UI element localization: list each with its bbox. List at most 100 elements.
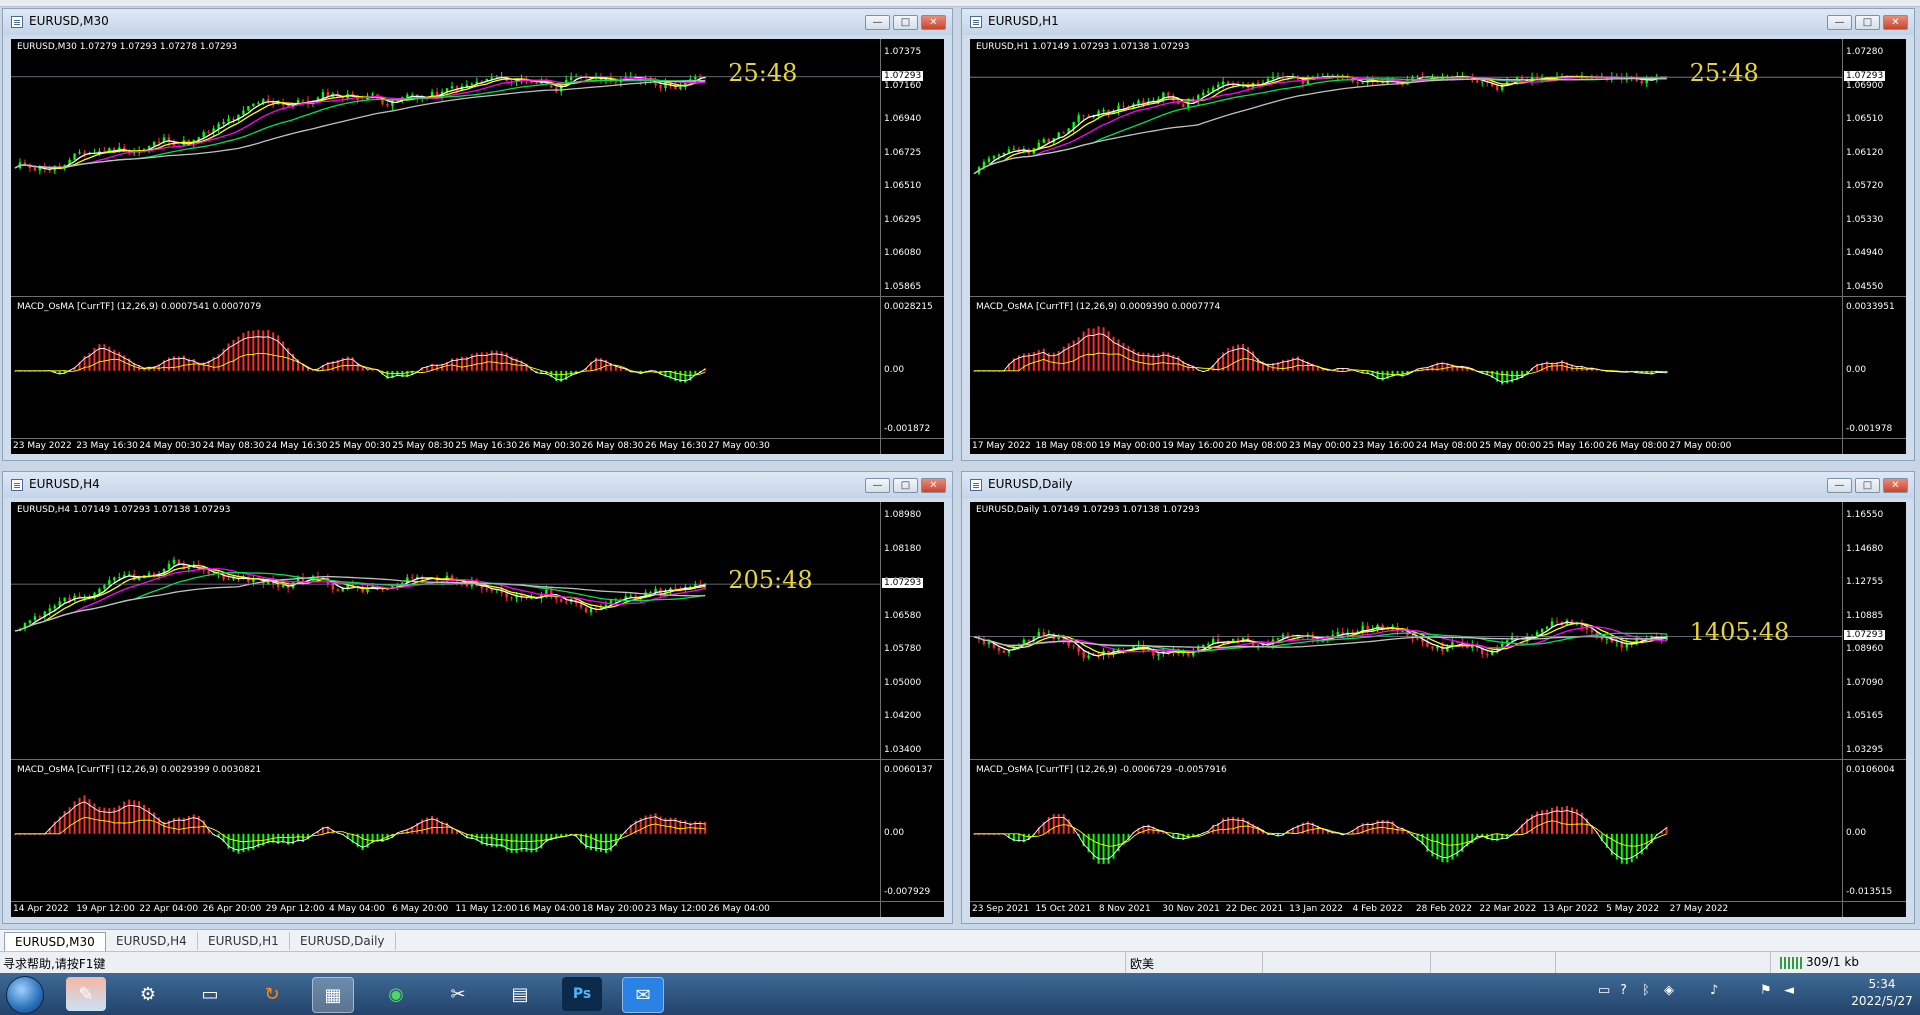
price-axis-label: 1.05865 <box>884 282 922 292</box>
price-axis-label: 1.08960 <box>1846 644 1884 655</box>
chart-window-icon <box>970 16 982 28</box>
chart-window-m30[interactable]: EURUSD,M30 — □ ✕ EURUSD,M30 1.07279 1.07… <box>2 8 953 461</box>
notepad-icon[interactable]: ▤ <box>500 977 540 1011</box>
paint-app-icon[interactable]: ✎ <box>66 977 106 1011</box>
chart-window-daily[interactable]: EURUSD,Daily — □ ✕ EURUSD,Daily 1.07149 … <box>961 471 1915 924</box>
minimize-button[interactable]: — <box>865 15 890 30</box>
window-titlebar[interactable]: EURUSD,H1 — □ ✕ <box>962 9 1914 35</box>
macd-panel[interactable] <box>11 761 944 902</box>
chart-window-icon <box>11 16 23 28</box>
price-axis-label: 1.06510 <box>1846 114 1884 125</box>
volume-tray-icon[interactable]: ◄ <box>1784 983 1794 998</box>
macd-axis-label: 0.00 <box>1846 364 1867 375</box>
price-axis-label: 1.05000 <box>884 677 922 688</box>
time-axis-label: 23 May 16:30 <box>76 441 138 451</box>
price-axis-label: 1.07280 <box>1846 47 1884 57</box>
macd-axis-label: -0.007929 <box>884 887 931 897</box>
metatrader-icon[interactable]: ▦ <box>312 977 354 1013</box>
macd-axis-label: -0.013515 <box>1846 887 1893 897</box>
time-axis-label: 26 May 16:30 <box>645 441 707 451</box>
clock[interactable]: 5:34 2022/5/27 <box>1850 976 1914 1010</box>
close-button[interactable]: ✕ <box>921 15 946 30</box>
time-axis-label: 19 May 16:00 <box>1162 441 1224 451</box>
window-titlebar[interactable]: EURUSD,M30 — □ ✕ <box>3 9 952 35</box>
price-axis-label: 1.06510 <box>884 181 922 192</box>
window-titlebar[interactable]: EURUSD,H4 — □ ✕ <box>3 472 952 498</box>
time-axis-label: 24 May 08:30 <box>202 441 265 451</box>
refresh-app-icon[interactable]: ↻ <box>252 977 292 1011</box>
flag-tray-icon[interactable]: ⚑ <box>1760 983 1772 998</box>
chart-area[interactable]: EURUSD,Daily 1.07149 1.07293 1.07138 1.0… <box>970 502 1906 917</box>
chart-area[interactable]: EURUSD,M30 1.07279 1.07293 1.07278 1.072… <box>11 39 944 454</box>
price-axis-label: 1.05780 <box>884 644 922 655</box>
tab-eurusd-daily[interactable]: EURUSD,Daily <box>290 932 396 950</box>
desktop-icon[interactable]: ▭ <box>190 977 230 1011</box>
time-axis-label: 26 May 08:00 <box>1606 441 1668 451</box>
shield-tray-icon[interactable]: ◈ <box>1664 983 1674 998</box>
chart-area[interactable]: EURUSD,H1 1.07149 1.07293 1.07138 1.0729… <box>970 39 1906 454</box>
maximize-button[interactable]: □ <box>1855 15 1880 30</box>
close-button[interactable]: ✕ <box>1883 478 1908 493</box>
bar-countdown: 25:48 <box>1689 59 1759 88</box>
macd-info: MACD_OsMA [CurrTF] (12,26,9) 0.0007541 0… <box>17 302 262 312</box>
minimize-button[interactable]: — <box>1827 478 1852 493</box>
window-titlebar[interactable]: EURUSD,Daily — □ ✕ <box>962 472 1914 498</box>
macd-axis-label: 0.00 <box>1846 827 1867 838</box>
tab-eurusd-h4[interactable]: EURUSD,H4 <box>106 932 198 950</box>
status-divider <box>1262 952 1263 974</box>
price-axis-label: 1.06580 <box>884 610 922 621</box>
photoshop-icon[interactable]: Ps <box>562 977 602 1011</box>
macd-panel[interactable] <box>970 298 1906 439</box>
macd-axis-label: -0.001872 <box>884 424 931 434</box>
maximize-button[interactable]: □ <box>893 15 918 30</box>
price-axis-line <box>880 39 881 454</box>
price-axis-label: 1.06900 <box>1846 80 1884 91</box>
price-panel[interactable] <box>11 39 944 297</box>
price-axis-line <box>880 502 881 917</box>
price-axis-label: 1.04940 <box>1846 248 1884 259</box>
chart-window-h1[interactable]: EURUSD,H1 — □ ✕ EURUSD,H1 1.07149 1.0729… <box>961 8 1915 461</box>
bar-countdown: 1405:48 <box>1689 618 1790 647</box>
status-divider <box>1555 952 1556 974</box>
window-title: EURUSD,M30 <box>29 14 109 28</box>
help-tray-icon[interactable]: ? <box>1620 983 1627 998</box>
feishu-icon[interactable]: ✉ <box>622 977 664 1013</box>
window-title: EURUSD,H1 <box>988 14 1059 28</box>
bluetooth-tray-icon[interactable]: ᛒ <box>1642 983 1650 998</box>
speaker-tray-icon[interactable]: ♪ <box>1710 983 1718 998</box>
price-axis-line <box>1842 502 1843 917</box>
tab-eurusd-h1[interactable]: EURUSD,H1 <box>198 932 290 950</box>
status-bar: 寻求帮助,请按F1键 欧美 309/1 kb <box>0 951 1920 974</box>
chart-window-h4[interactable]: EURUSD,H4 — □ ✕ EURUSD,H4 1.07149 1.0729… <box>2 471 953 924</box>
price-axis-label: 1.16550 <box>1846 510 1884 520</box>
close-button[interactable]: ✕ <box>1883 15 1908 30</box>
macd-panel[interactable] <box>970 761 1906 902</box>
price-axis-label: 1.06295 <box>884 214 922 225</box>
close-button[interactable]: ✕ <box>921 478 946 493</box>
time-axis-label: 23 May 12:00 <box>645 904 707 914</box>
network-tray-icon[interactable]: ▭ <box>1598 983 1610 998</box>
maximize-button[interactable]: □ <box>1855 478 1880 493</box>
current-price-tag: 1.07293 <box>1844 71 1886 82</box>
macd-panel[interactable] <box>11 298 944 439</box>
maximize-button[interactable]: □ <box>893 478 918 493</box>
time-axis-label: 5 May 2022 <box>1606 904 1660 914</box>
minimize-button[interactable]: — <box>1827 15 1852 30</box>
bar-countdown: 205:48 <box>728 566 813 595</box>
time-axis-label: 8 Nov 2021 <box>1098 904 1151 914</box>
price-panel[interactable] <box>11 502 944 760</box>
current-price-tag: 1.07293 <box>882 70 924 81</box>
time-axis-label: 28 Feb 2022 <box>1415 904 1472 914</box>
minimize-button[interactable]: — <box>865 478 890 493</box>
wechat-icon[interactable]: ◉ <box>376 977 416 1011</box>
time-axis-label: 23 May 00:00 <box>1289 441 1351 451</box>
control-panel-icon[interactable]: ⚙ <box>128 977 168 1011</box>
time-axis-label: 20 May 08:00 <box>1225 441 1288 451</box>
capcut-icon[interactable]: ✂ <box>438 977 478 1011</box>
tab-eurusd-m30[interactable]: EURUSD,M30 <box>4 932 106 951</box>
time-axis-label: 27 May 2022 <box>1669 904 1729 914</box>
macd-axis-label: 0.00 <box>884 827 905 838</box>
price-panel[interactable] <box>970 39 1906 297</box>
chart-area[interactable]: EURUSD,H4 1.07149 1.07293 1.07138 1.0729… <box>11 502 944 917</box>
start-button[interactable] <box>6 976 44 1014</box>
